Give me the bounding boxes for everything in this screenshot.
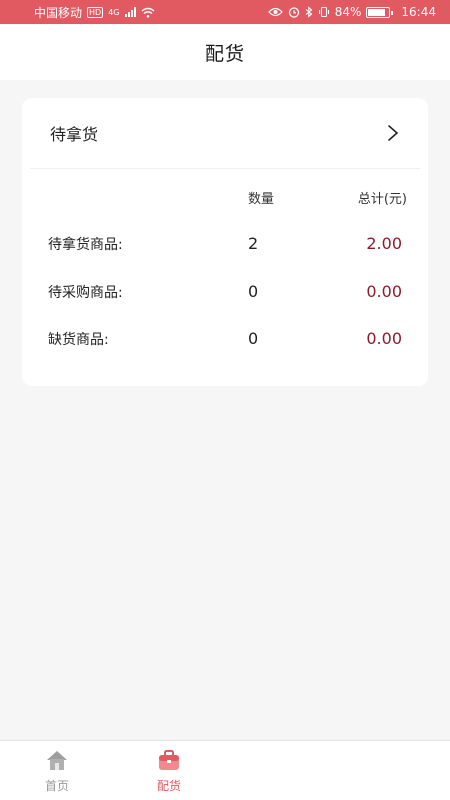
card-title: 待拿货 (50, 125, 99, 144)
signal-icon (124, 7, 136, 17)
page-title: 配货 (204, 42, 245, 65)
briefcase-icon (159, 749, 179, 770)
row-label-pending-purchase: 待采购商品: (48, 285, 123, 301)
carrier-name: 中国移动 (34, 5, 83, 20)
vibrate-icon (318, 6, 329, 18)
bottom-tab-bar: 首页 配货 (0, 740, 450, 800)
alarm-icon (288, 7, 299, 18)
tab-delivery[interactable]: 配货 (129, 741, 209, 800)
status-bar-right: 84% 16:44 (267, 5, 436, 19)
tab-home[interactable]: 首页 (17, 741, 97, 800)
row-total-pending-purchase: 0.00 (366, 282, 402, 301)
battery-percent: 84% (334, 5, 362, 19)
row-label-pending-pickup: 待拿货商品: (48, 237, 123, 253)
row-total-out-of-stock: 0.00 (366, 329, 402, 348)
tab-home-label: 首页 (44, 778, 69, 793)
status-bar: 中国移动 HD 4G 84% 16:44 (0, 0, 450, 24)
chevron-right-icon (388, 125, 399, 141)
row-label-out-of-stock: 缺货商品: (48, 332, 109, 348)
tab-delivery-label: 配货 (156, 778, 181, 793)
column-header-total: 总计(元) (357, 192, 407, 207)
row-qty-out-of-stock: 0 (248, 329, 259, 348)
clock-time: 16:44 (401, 5, 436, 19)
battery-icon (366, 6, 394, 18)
nav-bar: 配货 (0, 24, 450, 80)
column-header-quantity: 数量 (248, 192, 275, 207)
network-type: 4G (108, 7, 120, 17)
hd-badge: HD (87, 6, 104, 18)
row-total-pending-pickup: 2.00 (366, 234, 402, 253)
card-divider (30, 168, 420, 169)
row-qty-pending-purchase: 0 (248, 282, 259, 301)
wifi-icon (141, 7, 154, 18)
bluetooth-icon (305, 6, 313, 18)
eye-icon (267, 7, 283, 17)
pending-pickup-header[interactable]: 待拿货 (22, 98, 428, 168)
row-qty-pending-pickup: 2 (248, 234, 259, 253)
home-icon (47, 750, 67, 770)
status-bar-left: 中国移动 HD 4G (34, 4, 155, 21)
